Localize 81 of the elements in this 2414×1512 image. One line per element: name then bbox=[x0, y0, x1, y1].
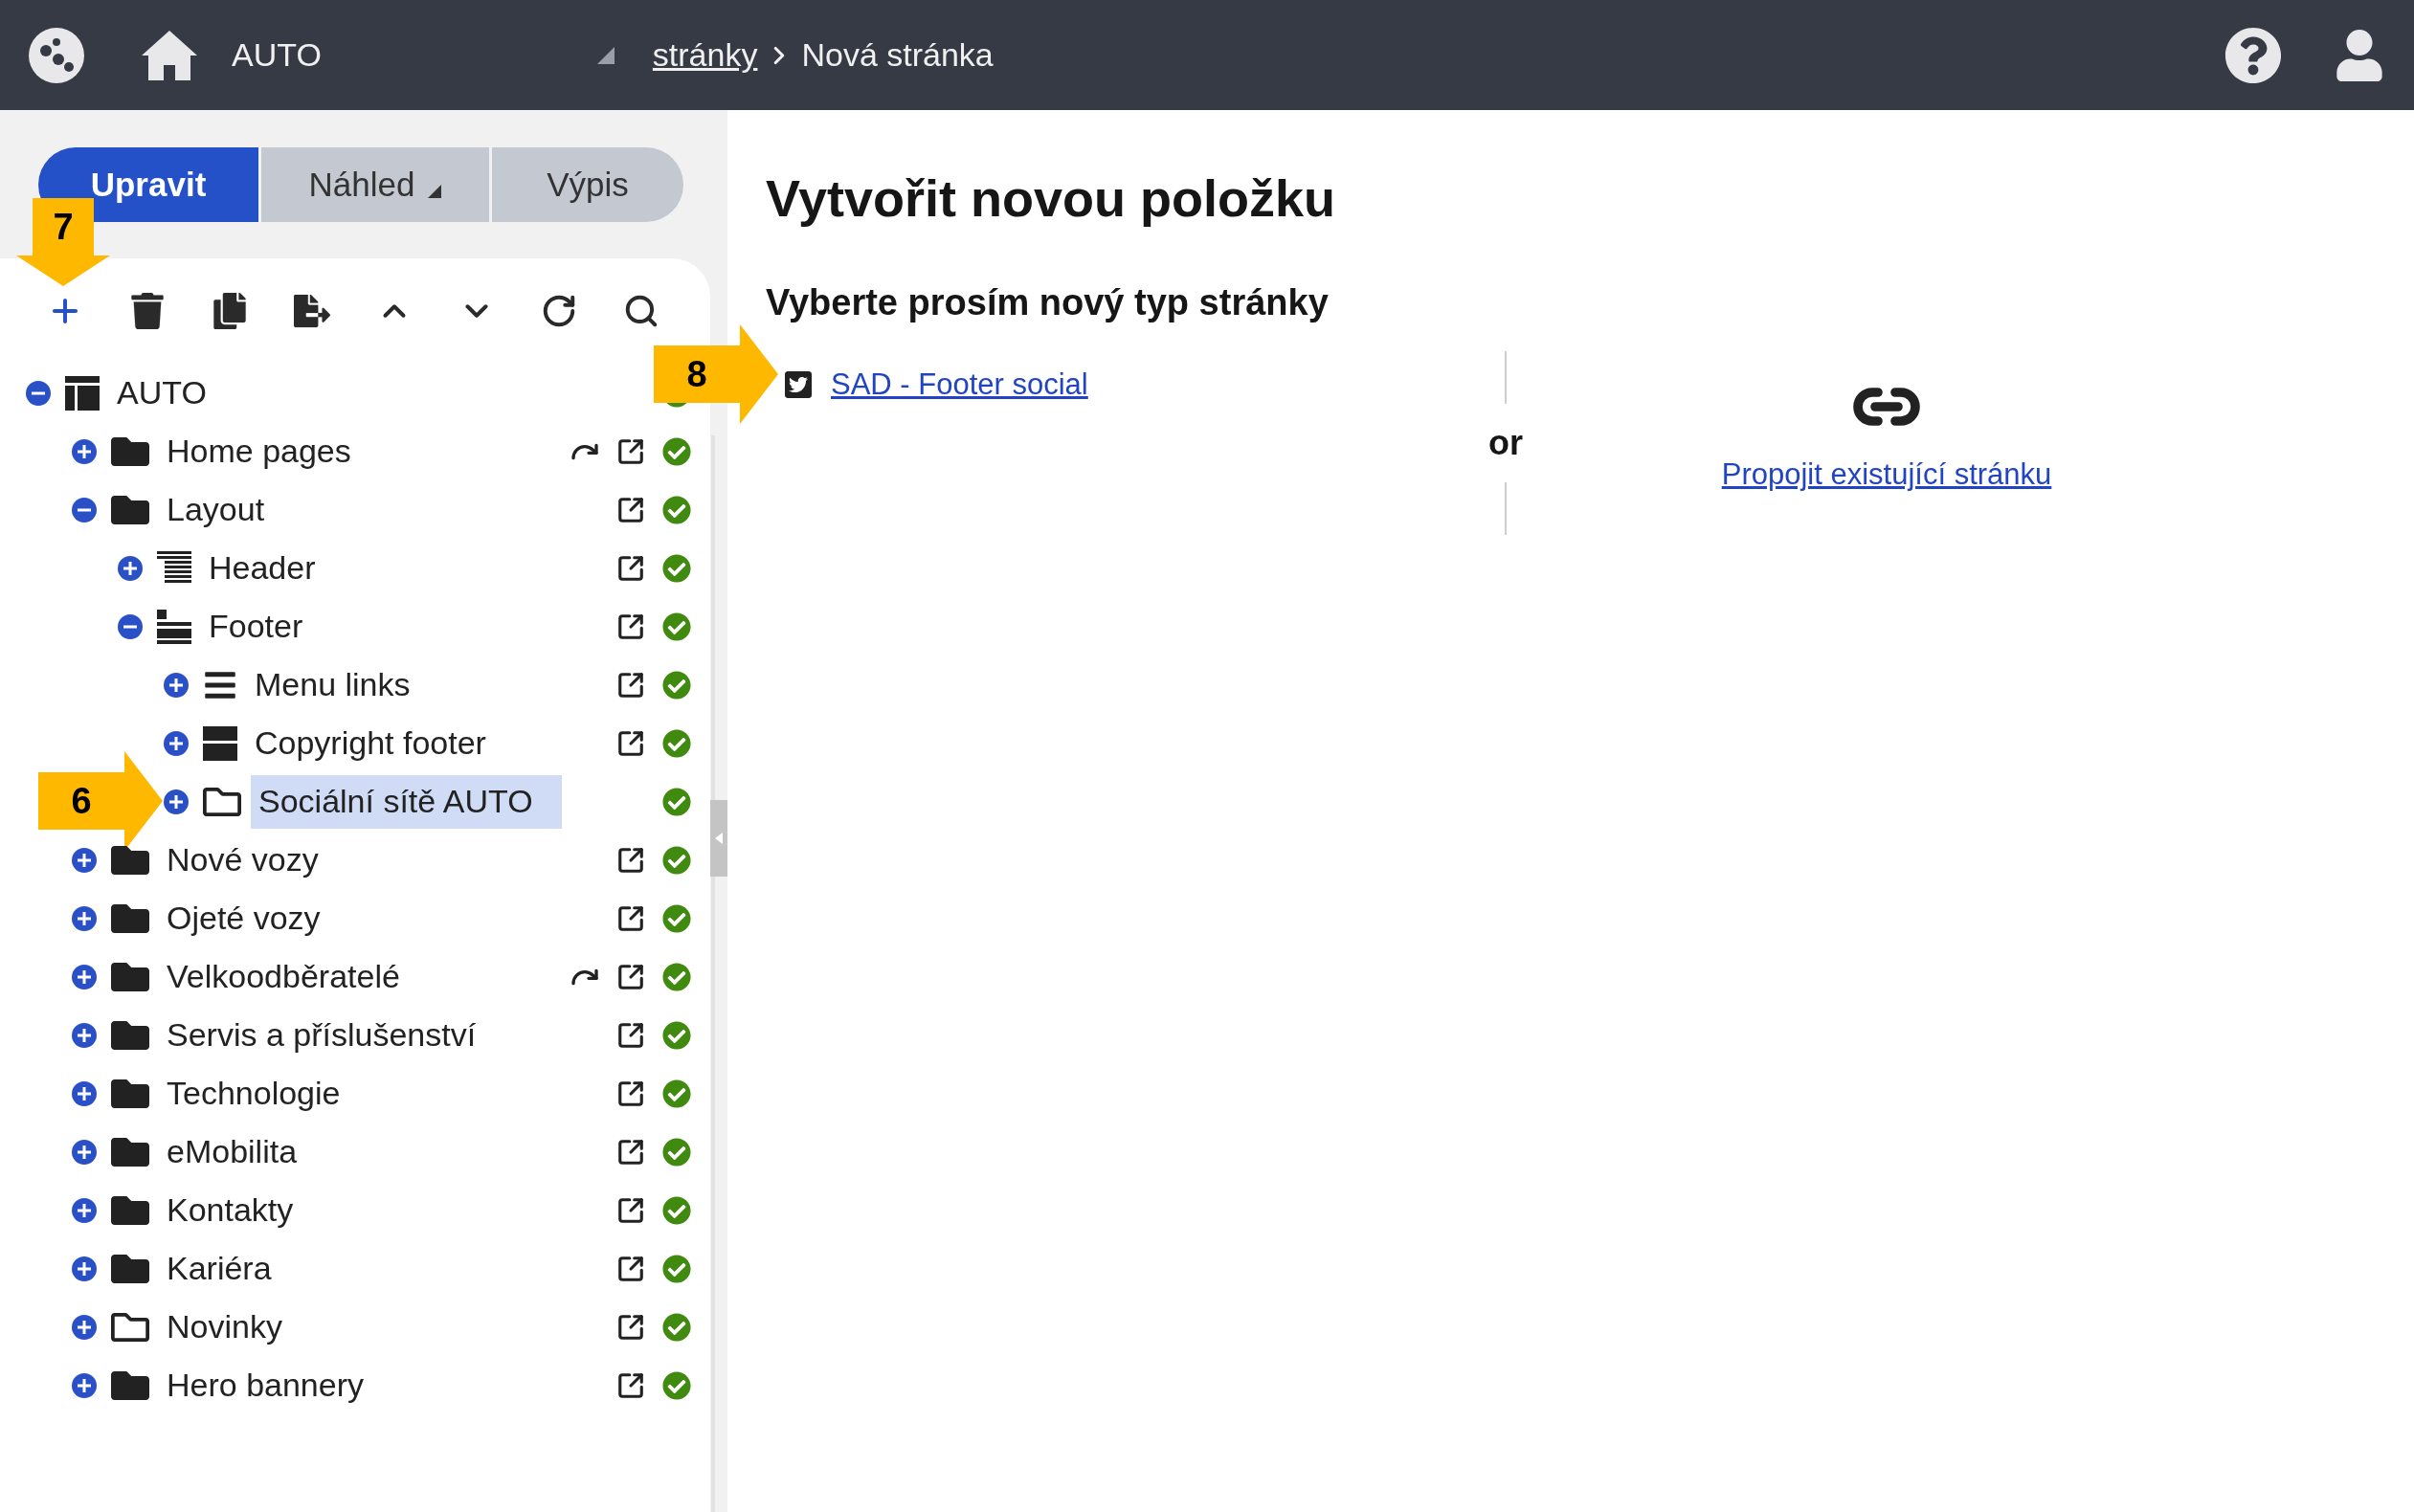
section-title: Vyberte prosím nový typ stránky bbox=[766, 281, 1330, 324]
callout-number: 8 bbox=[654, 345, 740, 403]
external-link-icon[interactable] bbox=[615, 1370, 645, 1400]
external-link-icon[interactable] bbox=[615, 1020, 645, 1050]
callout-number: 7 bbox=[33, 198, 94, 256]
collapse-handle[interactable] bbox=[710, 800, 727, 877]
dropdown-caret-icon[interactable] bbox=[596, 46, 615, 64]
tab[interactable]: Náhled bbox=[261, 147, 489, 222]
tree-item-label[interactable]: Nové vozy bbox=[159, 833, 326, 887]
external-link-icon[interactable] bbox=[615, 495, 645, 524]
tree-item-label[interactable]: AUTO bbox=[109, 366, 214, 420]
block-icon bbox=[203, 725, 237, 761]
external-link-icon[interactable] bbox=[615, 728, 645, 758]
footer-icon bbox=[157, 609, 191, 644]
text-lines-icon bbox=[157, 550, 191, 586]
expand-icon[interactable] bbox=[71, 963, 98, 990]
expand-icon[interactable] bbox=[163, 671, 190, 699]
page-title: Vytvořit novou položku bbox=[766, 168, 1336, 229]
tree-item-label[interactable]: Sociální sítě AUTO bbox=[251, 774, 562, 829]
external-link-icon[interactable] bbox=[615, 845, 645, 875]
external-link-icon[interactable] bbox=[615, 1254, 645, 1283]
tree-item-label[interactable]: eMobilita bbox=[159, 1124, 305, 1179]
tree-item-label[interactable]: Ojeté vozy bbox=[159, 891, 328, 945]
external-link-icon[interactable] bbox=[615, 1312, 645, 1342]
external-link-icon[interactable] bbox=[615, 436, 645, 466]
tree-item-label[interactable]: Copyright footer bbox=[247, 716, 494, 770]
breadcrumb-current: Nová stránka bbox=[801, 35, 994, 75]
tree-item-label[interactable]: Servis a příslušenství bbox=[159, 1008, 484, 1062]
expand-icon[interactable] bbox=[163, 729, 190, 757]
tree-item-label[interactable]: Technologie bbox=[159, 1066, 348, 1121]
separator-label: or bbox=[1488, 422, 1523, 464]
bird-icon bbox=[783, 369, 814, 401]
expand-icon[interactable] bbox=[71, 1255, 98, 1282]
site-name[interactable]: AUTO bbox=[232, 31, 322, 79]
file-export-icon[interactable] bbox=[293, 292, 331, 330]
tree-item-label[interactable]: Layout bbox=[159, 482, 273, 537]
link-existing-page[interactable]: Propojit existující stránku bbox=[1721, 453, 2052, 498]
callout-arrow-icon bbox=[740, 324, 778, 424]
expand-icon[interactable] bbox=[71, 846, 98, 874]
external-link-icon[interactable] bbox=[615, 962, 645, 991]
help-icon[interactable] bbox=[2224, 26, 2282, 84]
external-link-icon[interactable] bbox=[615, 1078, 645, 1108]
external-link-icon[interactable] bbox=[615, 1195, 645, 1225]
external-link-icon[interactable] bbox=[615, 1137, 645, 1167]
page-type-link[interactable]: SAD - Footer social bbox=[831, 363, 1088, 408]
trash-icon[interactable] bbox=[128, 292, 167, 330]
tree-item-label[interactable]: Hero bannery bbox=[159, 1358, 371, 1412]
tab[interactable]: Výpis bbox=[492, 147, 683, 222]
external-link-icon[interactable] bbox=[615, 611, 645, 641]
tree-item-label[interactable]: Footer bbox=[201, 599, 311, 654]
expand-icon[interactable] bbox=[71, 1138, 98, 1166]
expand-icon[interactable] bbox=[71, 1371, 98, 1399]
expand-icon[interactable] bbox=[117, 554, 144, 582]
tree-item-label[interactable]: Kariéra bbox=[159, 1241, 279, 1296]
expand-icon[interactable] bbox=[71, 1079, 98, 1107]
expand-icon[interactable] bbox=[71, 1021, 98, 1049]
external-link-icon[interactable] bbox=[615, 670, 645, 700]
tree-item-label[interactable]: Home pages bbox=[159, 424, 359, 478]
tree-item-label[interactable]: Velkoodběratelé bbox=[159, 949, 408, 1004]
layout-icon bbox=[65, 375, 100, 411]
tree-item-label[interactable]: Kontakty bbox=[159, 1183, 302, 1237]
user-icon[interactable] bbox=[2334, 29, 2385, 81]
callout-arrow-icon bbox=[16, 256, 110, 286]
expand-icon[interactable] bbox=[163, 788, 190, 815]
collapse-icon[interactable] bbox=[117, 612, 144, 640]
copy-icon[interactable] bbox=[211, 292, 249, 330]
collapse-icon[interactable] bbox=[71, 496, 98, 523]
tree-item-label[interactable]: Header bbox=[201, 541, 324, 595]
callout-number: 6 bbox=[38, 772, 124, 830]
expand-icon[interactable] bbox=[71, 1196, 98, 1224]
breadcrumb-link[interactable]: stránky bbox=[652, 31, 758, 79]
expand-icon[interactable] bbox=[71, 437, 98, 465]
tree-item-label[interactable]: Menu links bbox=[247, 657, 418, 712]
home-icon[interactable] bbox=[140, 28, 199, 82]
logo-icon[interactable] bbox=[29, 27, 84, 83]
expand-icon[interactable] bbox=[71, 904, 98, 932]
expand-icon[interactable] bbox=[71, 1313, 98, 1341]
collapse-icon[interactable] bbox=[25, 379, 52, 407]
external-link-icon[interactable] bbox=[615, 553, 645, 583]
external-link-icon[interactable] bbox=[615, 903, 645, 933]
tree-item-label[interactable]: Novinky bbox=[159, 1300, 290, 1354]
